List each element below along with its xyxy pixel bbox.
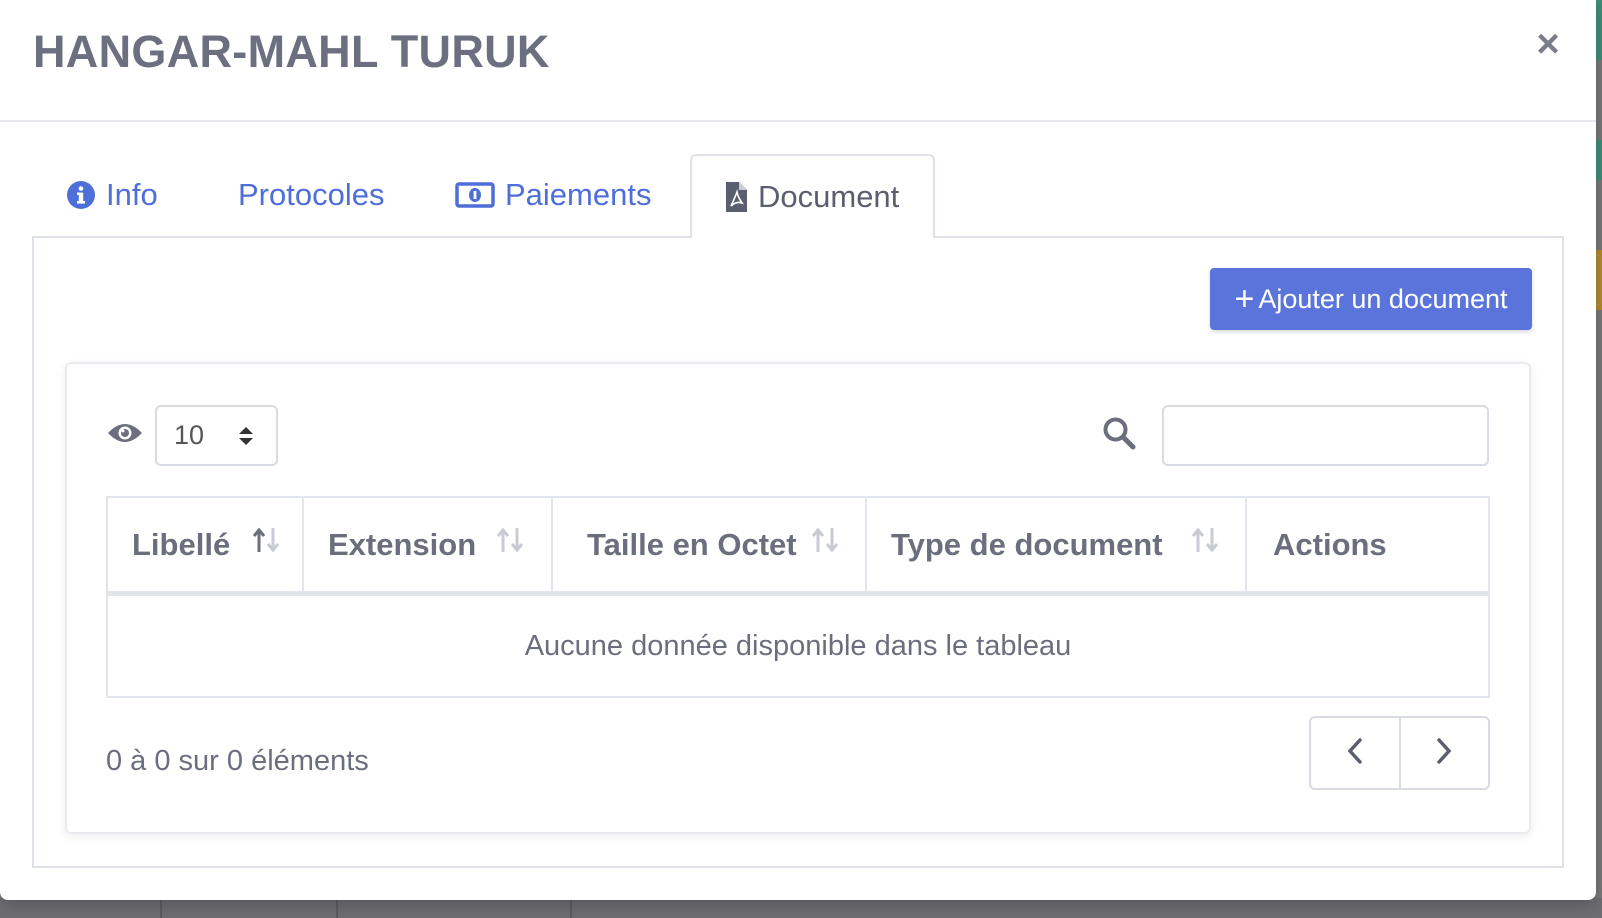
tab-paiements[interactable]: Paiements [455, 155, 651, 235]
add-document-button[interactable]: + Ajouter un document [1210, 268, 1532, 330]
tab-protocoles[interactable]: Protocoles [238, 155, 384, 235]
info-circle-icon [66, 180, 96, 210]
column-header-actions: Actions [1247, 498, 1488, 596]
chevron-left-icon [1346, 737, 1364, 770]
close-button[interactable]: × [1528, 24, 1568, 64]
column-header-label: Extension [328, 526, 477, 562]
backdrop-divider [160, 898, 162, 918]
backdrop-divider [570, 898, 572, 918]
column-header-label: Actions [1273, 526, 1387, 562]
document-modal: HANGAR-MAHL TURUK × Info Protocoles Paie… [0, 0, 1596, 900]
sort-asc-icon [250, 526, 282, 562]
sort-both-icon [494, 526, 526, 562]
backdrop-divider [336, 898, 338, 918]
backdrop-accent [1596, 250, 1602, 310]
tab-info-label: Info [106, 177, 158, 212]
file-pdf-icon [724, 181, 748, 213]
money-bill-icon [455, 182, 495, 208]
tab-protocoles-label: Protocoles [238, 177, 385, 212]
column-header-libelle[interactable]: Libellé [108, 498, 304, 596]
next-page-button[interactable] [1401, 718, 1489, 788]
table-empty-message: Aucune donnée disponible dans le tableau [524, 629, 1072, 662]
tab-document-label: Document [758, 179, 900, 214]
pagination [1309, 716, 1490, 790]
modal-header: HANGAR-MAHL TURUK × [0, 0, 1596, 122]
backdrop-accent [1596, 140, 1602, 180]
sort-both-icon [809, 526, 841, 562]
previous-page-button[interactable] [1311, 718, 1401, 788]
documents-table: Libellé Extension Taille en Octet Type d… [106, 496, 1490, 698]
tab-info[interactable]: Info [66, 155, 158, 235]
tab-document[interactable]: Document [690, 154, 935, 238]
page-length-select[interactable]: 10 [155, 405, 278, 466]
table-info: 0 à 0 sur 0 éléments [106, 745, 369, 777]
eye-icon [107, 420, 143, 451]
modal-title: HANGAR-MAHL TURUK [33, 26, 550, 77]
add-document-label: Ajouter un document [1258, 283, 1508, 314]
column-header-label: Taille en Octet [587, 526, 797, 562]
column-header-label: Type de document [891, 526, 1163, 562]
sort-caret-icon [238, 424, 254, 455]
plus-icon: + [1234, 280, 1255, 318]
page-length-value: 10 [174, 420, 205, 450]
sort-both-icon [1189, 526, 1221, 562]
backdrop-accent [1596, 0, 1602, 60]
column-header-label: Libellé [132, 526, 231, 562]
backdrop [0, 898, 1602, 918]
tab-paiements-label: Paiements [505, 177, 652, 212]
chevron-right-icon [1435, 737, 1453, 770]
search-icon [1102, 416, 1136, 455]
column-header-extension[interactable]: Extension [304, 498, 553, 596]
close-icon: × [1536, 22, 1560, 66]
search-input[interactable] [1162, 405, 1489, 466]
column-header-taille[interactable]: Taille en Octet [553, 498, 867, 596]
column-header-type[interactable]: Type de document [867, 498, 1247, 596]
